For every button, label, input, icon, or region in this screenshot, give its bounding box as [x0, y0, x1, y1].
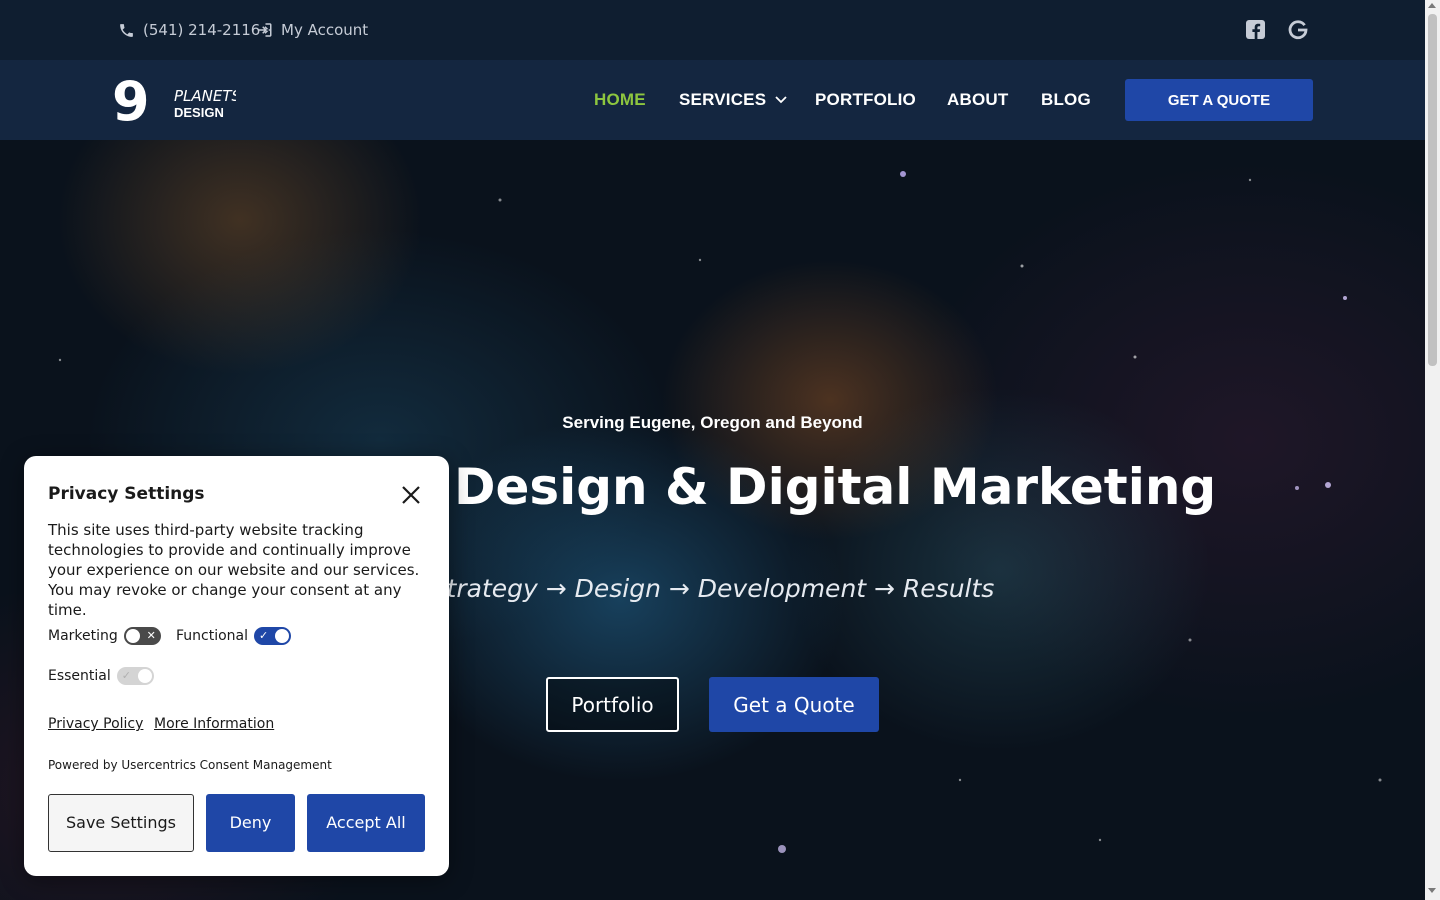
functional-toggle[interactable]: ✓	[254, 627, 292, 645]
page-scrollbar[interactable]	[1425, 0, 1440, 900]
my-account-link[interactable]: My Account	[255, 19, 368, 41]
functional-toggle-row: Functional ✓	[176, 626, 292, 646]
nav-home[interactable]: HOME	[594, 89, 646, 111]
marketing-toggle[interactable]: ✕	[123, 627, 161, 645]
hero-get-a-quote-button[interactable]: Get a Quote	[709, 677, 879, 732]
nav-portfolio-label: PORTFOLIO	[815, 90, 916, 109]
google-icon[interactable]	[1287, 19, 1309, 41]
privacy-settings-dialog: Privacy Settings This site uses third-pa…	[24, 456, 449, 876]
nav-blog[interactable]: BLOG	[1041, 89, 1091, 111]
phone-number: (541) 214-2116	[143, 21, 261, 39]
check-icon: ✓	[259, 629, 269, 642]
nav-home-label: HOME	[594, 90, 646, 109]
chevron-down-icon	[774, 90, 788, 110]
functional-label: Functional	[176, 628, 249, 644]
privacy-policy-link[interactable]: Privacy Policy	[48, 716, 143, 732]
logo-mark: 9	[112, 77, 150, 123]
portfolio-button[interactable]: Portfolio	[546, 677, 679, 732]
marketing-label: Marketing	[48, 628, 118, 644]
more-information-link[interactable]: More Information	[154, 716, 274, 732]
nav-about-label: ABOUT	[947, 90, 1009, 109]
phone-icon	[118, 22, 135, 39]
scroll-up-arrow-icon[interactable]	[1428, 3, 1436, 8]
powered-by-text: Powered by Usercentrics Consent Manageme…	[48, 758, 332, 772]
my-account-label: My Account	[281, 21, 369, 39]
accept-all-button[interactable]: Accept All	[307, 794, 425, 852]
logo-line2: DESIGN	[174, 105, 224, 120]
privacy-description: This site uses third-party website track…	[48, 521, 420, 619]
scroll-down-arrow-icon[interactable]	[1428, 888, 1436, 893]
sign-in-icon	[255, 21, 273, 39]
nav-about[interactable]: ABOUT	[947, 89, 1008, 111]
deny-button[interactable]: Deny	[206, 794, 295, 852]
phone-link[interactable]: (541) 214-2116	[118, 19, 260, 41]
nav-portfolio[interactable]: PORTFOLIO	[815, 89, 916, 111]
facebook-icon[interactable]	[1245, 19, 1267, 41]
essential-toggle-row: Essential ✓	[48, 666, 154, 686]
logo-line1: PLANETS	[174, 87, 236, 105]
scroll-thumb[interactable]	[1428, 14, 1437, 366]
essential-toggle: ✓	[116, 667, 154, 685]
marketing-toggle-row: Marketing ✕	[48, 626, 161, 646]
get-a-quote-button[interactable]: GET A QUOTE	[1125, 79, 1313, 121]
site-logo[interactable]: 9 PLANETS DESIGN	[112, 70, 242, 133]
privacy-title: Privacy Settings	[48, 484, 205, 504]
close-icon[interactable]	[400, 484, 422, 506]
check-icon: ✓	[121, 669, 131, 682]
nav-blog-label: BLOG	[1041, 90, 1091, 109]
nav-services[interactable]: SERVICES	[679, 89, 788, 111]
nav-services-label: SERVICES	[679, 90, 767, 109]
x-icon: ✕	[146, 629, 156, 642]
hero-tagline: Serving Eugene, Oregon and Beyond	[562, 413, 863, 432]
essential-label: Essential	[48, 668, 111, 684]
save-settings-button[interactable]: Save Settings	[48, 794, 194, 852]
